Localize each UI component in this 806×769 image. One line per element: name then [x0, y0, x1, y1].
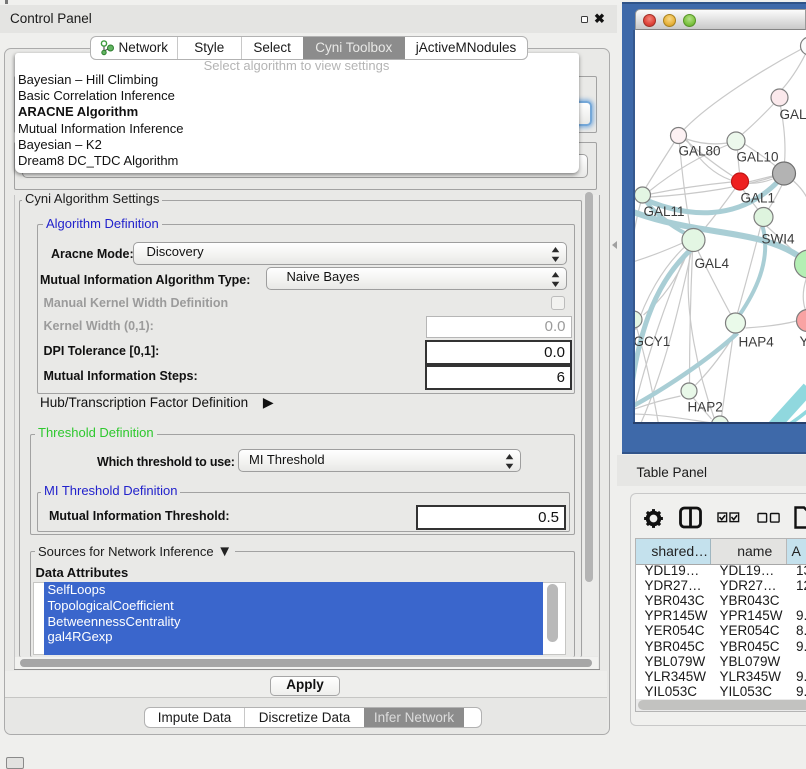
- svg-text:GAL1: GAL1: [740, 191, 775, 206]
- svg-text:GAL: GAL: [779, 107, 806, 122]
- svg-text:GAL4: GAL4: [694, 256, 729, 271]
- svg-text:GCY1: GCY1: [635, 334, 670, 349]
- svg-text:HAP2: HAP2: [687, 400, 722, 415]
- svg-text:Y: Y: [799, 334, 806, 349]
- svg-text:GAL11: GAL11: [643, 204, 684, 219]
- svg-text:HAP4: HAP4: [738, 335, 774, 350]
- svg-text:SWI4: SWI4: [761, 232, 794, 247]
- svg-text:GAL10: GAL10: [736, 150, 778, 165]
- svg-text:GAL80: GAL80: [678, 144, 720, 159]
